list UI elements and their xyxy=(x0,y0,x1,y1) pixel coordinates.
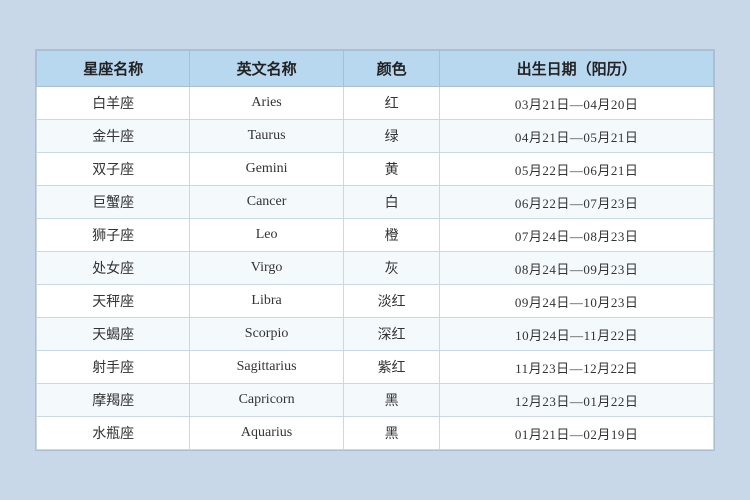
cell-dates: 09月24日—10月23日 xyxy=(440,285,714,318)
cell-chinese-name: 天秤座 xyxy=(37,285,190,318)
cell-color: 深红 xyxy=(343,318,440,351)
cell-chinese-name: 处女座 xyxy=(37,252,190,285)
table-row: 天秤座Libra淡红09月24日—10月23日 xyxy=(37,285,714,318)
table-header-row: 星座名称 英文名称 颜色 出生日期（阳历） xyxy=(37,51,714,87)
cell-chinese-name: 白羊座 xyxy=(37,87,190,120)
cell-english-name: Scorpio xyxy=(190,318,343,351)
cell-dates: 11月23日—12月22日 xyxy=(440,351,714,384)
cell-english-name: Leo xyxy=(190,219,343,252)
table-row: 射手座Sagittarius紫红11月23日—12月22日 xyxy=(37,351,714,384)
cell-chinese-name: 狮子座 xyxy=(37,219,190,252)
cell-chinese-name: 金牛座 xyxy=(37,120,190,153)
cell-dates: 03月21日—04月20日 xyxy=(440,87,714,120)
cell-chinese-name: 水瓶座 xyxy=(37,417,190,450)
cell-english-name: Gemini xyxy=(190,153,343,186)
table-row: 摩羯座Capricorn黑12月23日—01月22日 xyxy=(37,384,714,417)
header-english-name: 英文名称 xyxy=(190,51,343,87)
cell-dates: 01月21日—02月19日 xyxy=(440,417,714,450)
header-chinese-name: 星座名称 xyxy=(37,51,190,87)
cell-dates: 10月24日—11月22日 xyxy=(440,318,714,351)
table-row: 天蝎座Scorpio深红10月24日—11月22日 xyxy=(37,318,714,351)
cell-chinese-name: 双子座 xyxy=(37,153,190,186)
cell-color: 黑 xyxy=(343,417,440,450)
cell-color: 灰 xyxy=(343,252,440,285)
cell-english-name: Sagittarius xyxy=(190,351,343,384)
cell-color: 绿 xyxy=(343,120,440,153)
table-row: 双子座Gemini黄05月22日—06月21日 xyxy=(37,153,714,186)
cell-color: 淡红 xyxy=(343,285,440,318)
cell-english-name: Taurus xyxy=(190,120,343,153)
header-color: 颜色 xyxy=(343,51,440,87)
cell-chinese-name: 巨蟹座 xyxy=(37,186,190,219)
cell-english-name: Cancer xyxy=(190,186,343,219)
cell-english-name: Aries xyxy=(190,87,343,120)
cell-english-name: Capricorn xyxy=(190,384,343,417)
cell-english-name: Virgo xyxy=(190,252,343,285)
cell-color: 黄 xyxy=(343,153,440,186)
cell-dates: 06月22日—07月23日 xyxy=(440,186,714,219)
header-dates: 出生日期（阳历） xyxy=(440,51,714,87)
table-row: 狮子座Leo橙07月24日—08月23日 xyxy=(37,219,714,252)
cell-color: 橙 xyxy=(343,219,440,252)
cell-dates: 12月23日—01月22日 xyxy=(440,384,714,417)
cell-chinese-name: 射手座 xyxy=(37,351,190,384)
zodiac-table: 星座名称 英文名称 颜色 出生日期（阳历） 白羊座Aries红03月21日—04… xyxy=(36,50,714,450)
table-row: 处女座Virgo灰08月24日—09月23日 xyxy=(37,252,714,285)
table-row: 白羊座Aries红03月21日—04月20日 xyxy=(37,87,714,120)
table-row: 金牛座Taurus绿04月21日—05月21日 xyxy=(37,120,714,153)
table-row: 巨蟹座Cancer白06月22日—07月23日 xyxy=(37,186,714,219)
cell-dates: 08月24日—09月23日 xyxy=(440,252,714,285)
cell-dates: 05月22日—06月21日 xyxy=(440,153,714,186)
cell-english-name: Aquarius xyxy=(190,417,343,450)
cell-color: 白 xyxy=(343,186,440,219)
cell-chinese-name: 摩羯座 xyxy=(37,384,190,417)
cell-dates: 07月24日—08月23日 xyxy=(440,219,714,252)
cell-chinese-name: 天蝎座 xyxy=(37,318,190,351)
zodiac-table-container: 星座名称 英文名称 颜色 出生日期（阳历） 白羊座Aries红03月21日—04… xyxy=(35,49,715,451)
table-row: 水瓶座Aquarius黑01月21日—02月19日 xyxy=(37,417,714,450)
cell-dates: 04月21日—05月21日 xyxy=(440,120,714,153)
cell-color: 紫红 xyxy=(343,351,440,384)
cell-color: 红 xyxy=(343,87,440,120)
cell-color: 黑 xyxy=(343,384,440,417)
cell-english-name: Libra xyxy=(190,285,343,318)
